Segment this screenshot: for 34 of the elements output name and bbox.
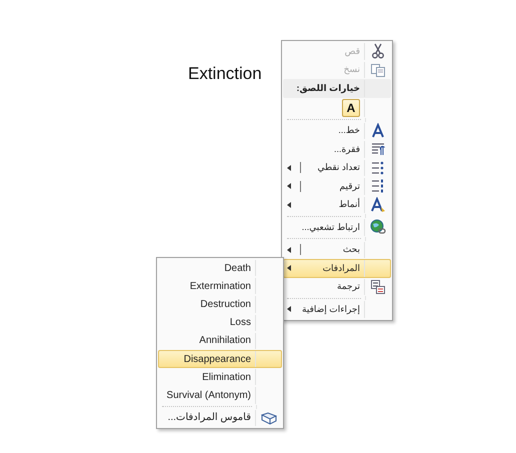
- menu-item[interactable]: بحث: [283, 240, 391, 259]
- document-text: Extinction: [188, 64, 262, 84]
- menu-item[interactable]: قاموس المرادفات...: [158, 408, 282, 427]
- paste-option-button[interactable]: A: [342, 98, 360, 116]
- font-icon: [370, 122, 386, 139]
- menu-item[interactable]: Survival (Antonym): [158, 386, 282, 404]
- menu-item[interactable]: Death: [158, 259, 282, 278]
- menu-item[interactable]: Disappearance: [158, 350, 282, 368]
- globe-link-icon: [370, 219, 386, 236]
- menu-item[interactable]: أنماط: [283, 196, 391, 214]
- menu-item[interactable]: Elimination: [158, 368, 282, 386]
- arrow-icon: [287, 164, 291, 171]
- menu-item[interactable]: خط...: [283, 122, 391, 140]
- bulleted-list-icon: [370, 160, 386, 176]
- menu-item[interactable]: Annihilation: [158, 332, 282, 350]
- paragraph-icon: [370, 141, 386, 158]
- menu-item[interactable]: Loss: [158, 314, 282, 332]
- menu-item[interactable]: Destruction: [158, 295, 282, 314]
- scissors-icon: [370, 43, 386, 60]
- translate-icon: [370, 278, 386, 295]
- arrow-icon: [287, 183, 291, 190]
- numbered-list-icon: [370, 178, 386, 194]
- menu-item[interactable]: ترجمة: [283, 278, 391, 296]
- menu-item[interactable]: تعداد نقطي: [283, 158, 391, 177]
- menu-item[interactable]: ارتباط تشعبي...: [283, 218, 391, 236]
- menu-item[interactable]: فقرة...: [283, 140, 391, 158]
- arrow-icon: [287, 246, 291, 253]
- menu-item[interactable]: ترقيم: [283, 177, 391, 196]
- menu-item[interactable]: المرادفات: [283, 259, 391, 278]
- copy-icon: [370, 62, 386, 78]
- styles-icon: [370, 196, 386, 213]
- menu-item[interactable]: Extermination: [158, 277, 282, 296]
- section-heading: خيارات اللصق:: [296, 82, 361, 94]
- arrow-icon: [287, 202, 291, 208]
